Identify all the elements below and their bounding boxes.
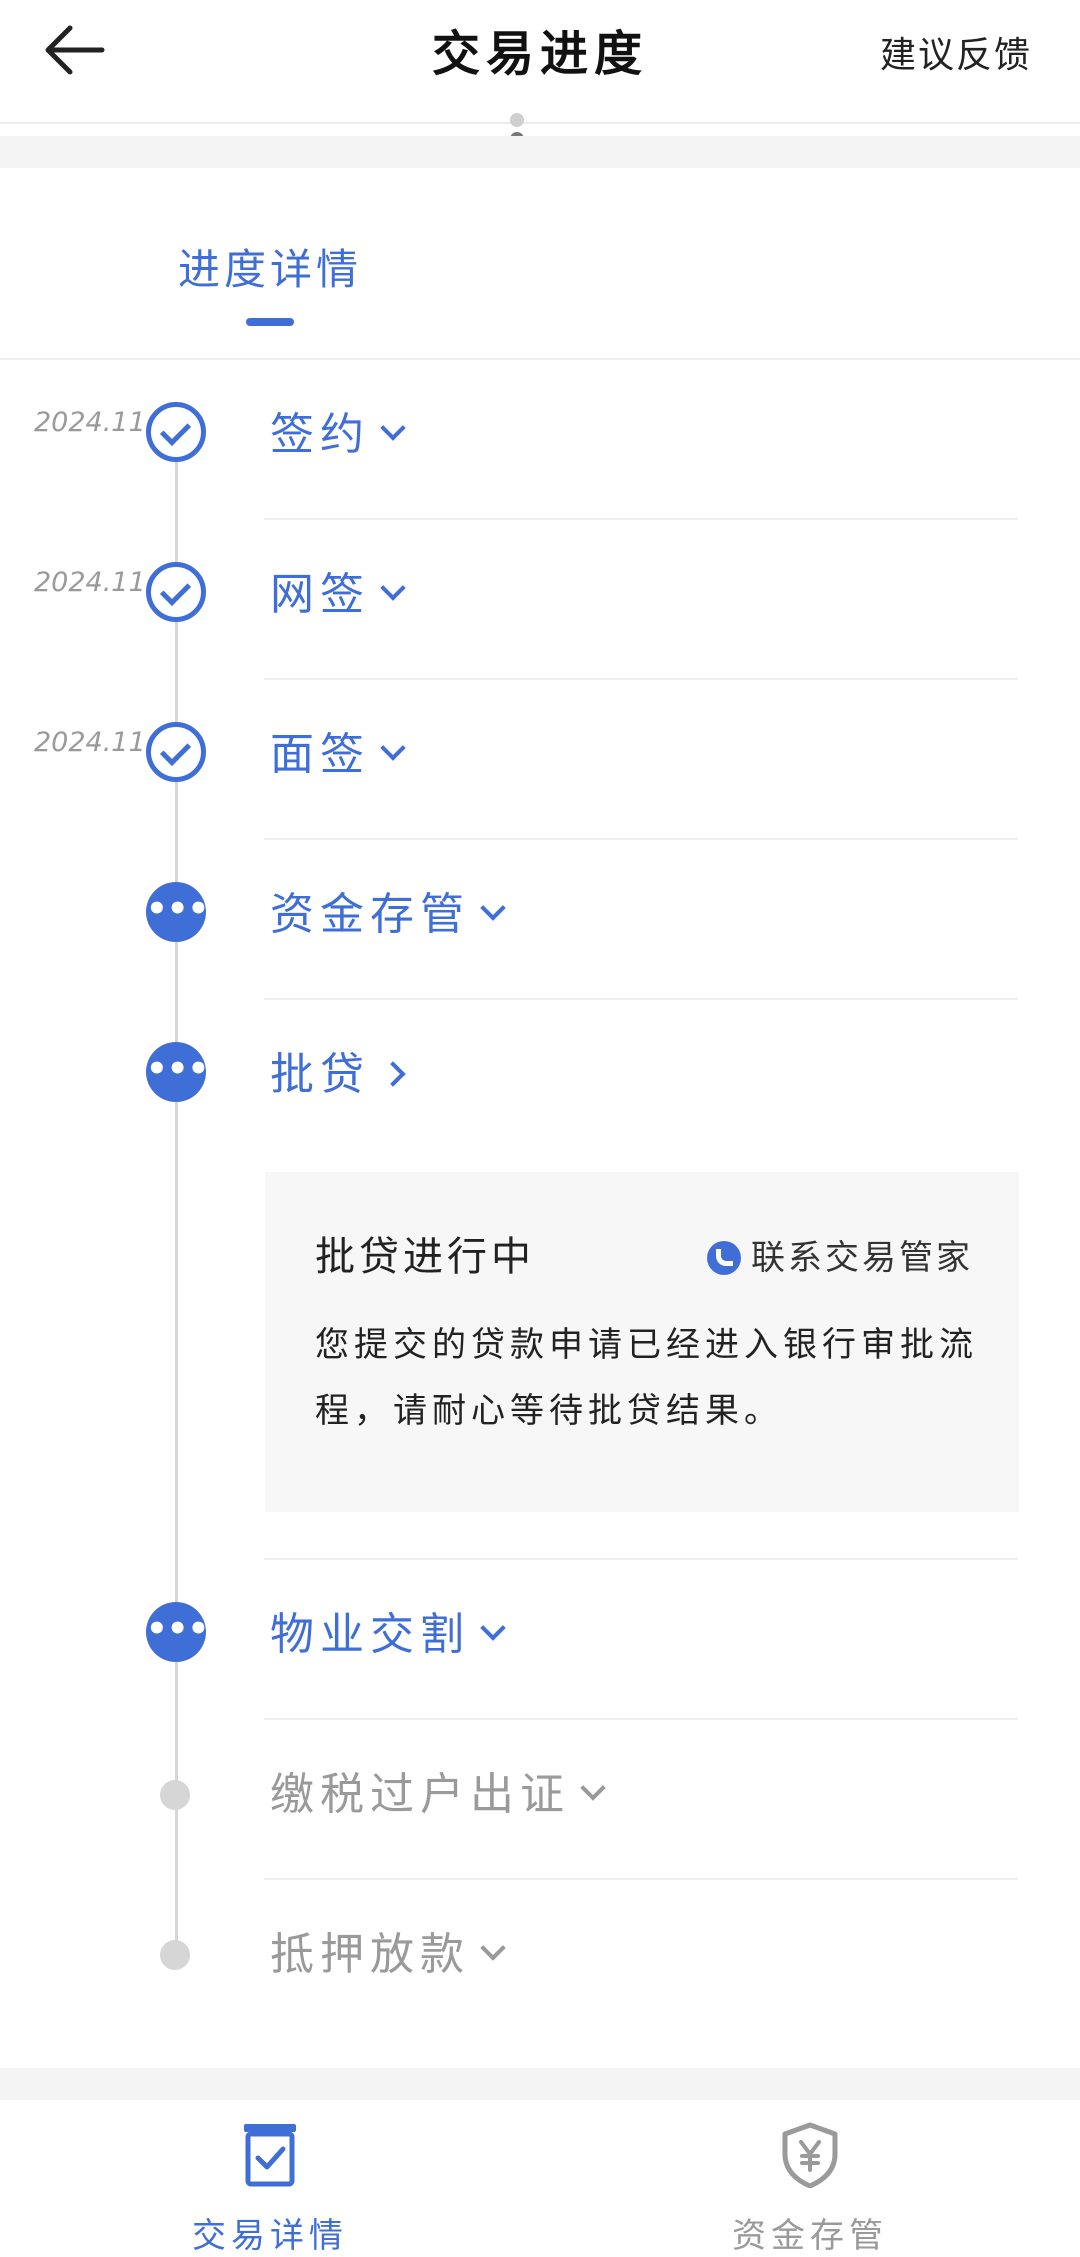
timeline-step-tax-transfer[interactable]: 缴税过户出证 <box>0 1720 1080 1880</box>
bottom-nav: 交易详情 资金存管 <box>0 2100 1080 2256</box>
step-label[interactable]: 批贷 <box>270 1038 406 1102</box>
chevron-down-icon <box>380 575 406 601</box>
loan-detail-card: 批贷进行中 联系交易管家 您提交的贷款申请已经进入银行审批流程，请耐心等待批贷结… <box>265 1172 1019 1512</box>
nav-label: 交易详情 <box>192 2216 348 2256</box>
chevron-down-icon <box>380 735 406 761</box>
chevron-right-icon <box>380 1061 406 1087</box>
tab-progress-detail[interactable]: 进度详情 <box>178 236 362 297</box>
shield-yen-icon <box>782 2122 838 2188</box>
contact-label: 联系交易管家 <box>751 1238 973 1278</box>
tab-bar: 进度详情 <box>0 168 1080 360</box>
step-date: 2024.11.02 <box>34 407 189 438</box>
step-label[interactable]: 物业交割 <box>270 1598 506 1662</box>
step-label[interactable]: 缴税过户出证 <box>270 1758 606 1822</box>
card-title: 批贷进行中 <box>315 1234 535 1280</box>
step-label[interactable]: 网签 <box>270 558 406 622</box>
step-date: 2024.11.04 <box>34 727 189 758</box>
timeline-step-interview-sign[interactable]: 2024.11.04 面签 <box>0 680 1080 840</box>
timeline-step-online-sign[interactable]: 2024.11.04 网签 <box>0 520 1080 680</box>
timeline-step-sign[interactable]: 2024.11.02 签约 <box>0 360 1080 520</box>
check-circle-icon <box>146 722 206 782</box>
card-description: 您提交的贷款申请已经进入银行审批流程，请耐心等待批贷结果。 <box>315 1325 978 1431</box>
check-circle-icon <box>146 402 206 462</box>
check-circle-icon <box>146 562 206 622</box>
contact-manager-button[interactable]: 联系交易管家 <box>707 1230 973 1279</box>
step-label[interactable]: 面签 <box>270 718 406 782</box>
clipboard-check-icon <box>244 2124 296 2187</box>
phone-icon <box>707 1241 741 1275</box>
pending-dot-icon <box>160 1780 190 1810</box>
app-header: 交易进度 建议反馈 <box>0 0 1080 146</box>
section-gap <box>0 136 1080 168</box>
chevron-down-icon <box>580 1775 606 1801</box>
step-label[interactable]: 资金存管 <box>270 878 506 942</box>
step-label[interactable]: 签约 <box>270 398 406 462</box>
chevron-down-icon <box>380 415 406 441</box>
timeline-step-loan-approval[interactable]: ••• 批贷 <box>0 1000 1080 1160</box>
timeline-step-fund-custody[interactable]: ••• 资金存管 <box>0 840 1080 1000</box>
tab-active-indicator <box>246 318 294 326</box>
timeline-step-mortgage-release[interactable]: 抵押放款 <box>0 1880 1080 2040</box>
timeline-step-property-handover[interactable]: ••• 物业交割 <box>0 1560 1080 1720</box>
pending-dot-icon <box>160 1940 190 1970</box>
divider <box>264 1558 1018 1560</box>
more-dots-icon: ••• <box>146 1602 209 1662</box>
chevron-down-icon <box>480 1935 506 1961</box>
feedback-link[interactable]: 建议反馈 <box>880 26 1032 78</box>
section-gap <box>0 2068 1080 2100</box>
more-dots-icon: ••• <box>146 882 209 942</box>
nav-fund-custody[interactable]: 资金存管 <box>660 2100 960 2256</box>
chevron-down-icon <box>480 1615 506 1641</box>
chevron-down-icon <box>480 895 506 921</box>
page-indicator-dot <box>510 113 524 127</box>
page-indicator <box>510 112 570 146</box>
nav-label: 资金存管 <box>732 2216 888 2256</box>
nav-trade-detail[interactable]: 交易详情 <box>120 2100 420 2256</box>
step-label[interactable]: 抵押放款 <box>270 1918 506 1982</box>
more-dots-icon: ••• <box>146 1042 209 1102</box>
step-date: 2024.11.04 <box>34 567 189 598</box>
